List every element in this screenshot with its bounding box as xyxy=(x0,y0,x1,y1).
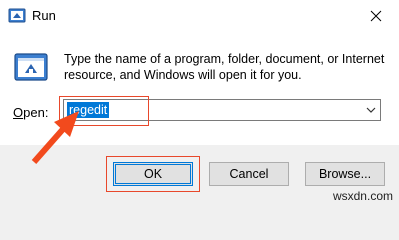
dialog-description: Type the name of a program, folder, docu… xyxy=(64,52,385,82)
browse-button[interactable]: Browse... xyxy=(305,162,385,186)
watermark: wsxdn.com xyxy=(332,189,393,203)
run-app-icon xyxy=(8,8,26,23)
close-icon xyxy=(370,10,382,22)
close-button[interactable] xyxy=(353,0,399,32)
window-title: Run xyxy=(32,8,56,23)
title-bar: Run xyxy=(0,0,399,32)
dialog-body: Type the name of a program, folder, docu… xyxy=(0,32,399,145)
open-label-rest: pen: xyxy=(23,105,49,120)
chevron-down-icon[interactable] xyxy=(366,105,376,115)
run-large-icon xyxy=(14,53,48,81)
run-dialog: Run Type the name of a program, folder, … xyxy=(0,0,399,206)
open-label: Open: xyxy=(13,105,48,120)
ok-button[interactable]: OK xyxy=(113,162,193,186)
open-label-accel: O xyxy=(13,105,24,120)
cancel-button[interactable]: Cancel xyxy=(209,162,289,186)
open-field-callout xyxy=(59,96,149,126)
